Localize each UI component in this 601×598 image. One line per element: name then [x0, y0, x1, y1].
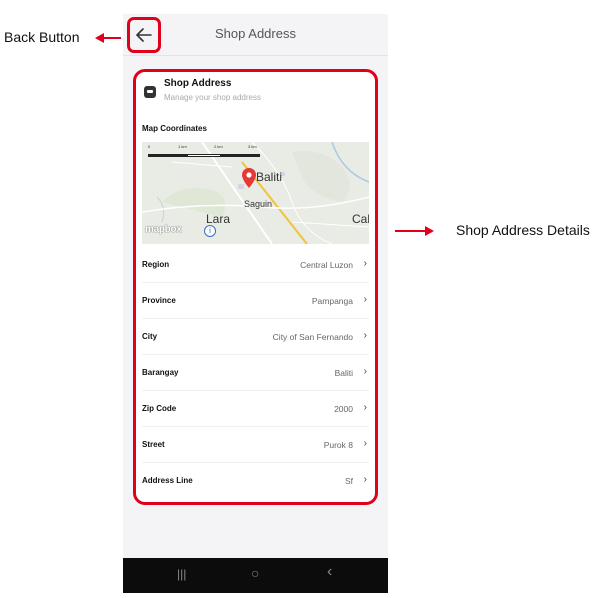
card-header: Shop Address Manage your shop address — [144, 78, 367, 108]
map-view[interactable]: 0 1 km 2 km 3 km Baliti Saguin Lara Cal … — [142, 142, 369, 244]
row-value: City of San Fernando — [272, 332, 353, 342]
annotation-arrow-line — [103, 37, 121, 39]
row-label: Address Line — [142, 476, 193, 485]
row-label: Province — [142, 296, 176, 305]
address-row-address-line[interactable]: Address Line Sf › — [142, 463, 369, 499]
map-place-label: Saguin — [244, 199, 273, 209]
map-scale: 0 1 km 2 km 3 km — [148, 144, 260, 158]
page-title: Shop Address — [215, 26, 296, 41]
address-row-region[interactable]: Region Central Luzon › — [142, 247, 369, 283]
map-pin-icon — [242, 168, 256, 188]
scale-label: 2 km — [214, 144, 223, 149]
annotation-back-button: Back Button — [4, 29, 80, 45]
row-label: Region — [142, 260, 170, 269]
home-icon[interactable]: ○ — [251, 565, 259, 581]
scale-label: 1 km — [178, 144, 187, 149]
row-value: Sf — [344, 476, 353, 486]
row-label: Barangay — [142, 368, 179, 377]
chevron-right-icon: › — [363, 402, 367, 413]
chevron-right-icon: › — [363, 330, 367, 341]
phone-screen: Shop Address Shop Address Manage your sh… — [123, 14, 388, 593]
address-row-street[interactable]: Street Purok 8 › — [142, 427, 369, 463]
row-value: Pampanga — [311, 296, 353, 306]
chevron-right-icon: › — [363, 294, 367, 305]
info-icon[interactable]: i — [204, 225, 216, 237]
store-icon — [144, 86, 156, 98]
map-place-label: Baliti — [256, 170, 283, 184]
scale-label: 3 km — [248, 144, 257, 149]
back-nav-icon[interactable]: ‹ — [327, 563, 332, 581]
scale-label: 0 — [148, 144, 151, 149]
card-subtitle: Manage your shop address — [164, 93, 261, 102]
row-value: Baliti — [334, 368, 353, 378]
address-row-province[interactable]: Province Pampanga › — [142, 283, 369, 319]
row-label: Zip Code — [142, 404, 177, 413]
address-row-barangay[interactable]: Barangay Baliti › — [142, 355, 369, 391]
row-value: Central Luzon — [300, 260, 353, 270]
chevron-right-icon: › — [363, 366, 367, 377]
row-label: Street — [142, 440, 165, 449]
annotation-arrow-right — [425, 226, 434, 236]
recents-icon[interactable]: ||| — [177, 567, 186, 581]
shop-address-card: Shop Address Manage your shop address Ma… — [133, 69, 378, 505]
scale-bar-fill — [188, 155, 220, 156]
address-row-city[interactable]: City City of San Fernando › — [142, 319, 369, 355]
row-label: City — [142, 332, 158, 341]
annotation-shop-address-details: Shop Address Details — [456, 222, 590, 238]
system-navigation-bar: ||| ○ ‹ — [123, 558, 388, 593]
chevron-right-icon: › — [363, 438, 367, 449]
screenshot-stage: Back Button Shop Address Details Shop Ad… — [0, 0, 601, 598]
chevron-right-icon: › — [363, 258, 367, 269]
address-details-list: Region Central Luzon › Province Pampanga… — [142, 247, 369, 499]
annotation-arrow-line — [395, 230, 425, 232]
map-coordinates-label: Map Coordinates — [142, 124, 207, 133]
map-place-label: Cal — [352, 212, 369, 226]
row-value: 2000 — [334, 404, 353, 414]
card-title: Shop Address — [164, 78, 232, 89]
mapbox-logo: mapbox — [145, 224, 182, 235]
row-value: Purok 8 — [323, 440, 353, 450]
chevron-right-icon: › — [363, 474, 367, 485]
map-place-label: Lara — [206, 212, 231, 226]
top-app-bar: Shop Address — [123, 14, 388, 56]
address-row-zip-code[interactable]: Zip Code 2000 › — [142, 391, 369, 427]
